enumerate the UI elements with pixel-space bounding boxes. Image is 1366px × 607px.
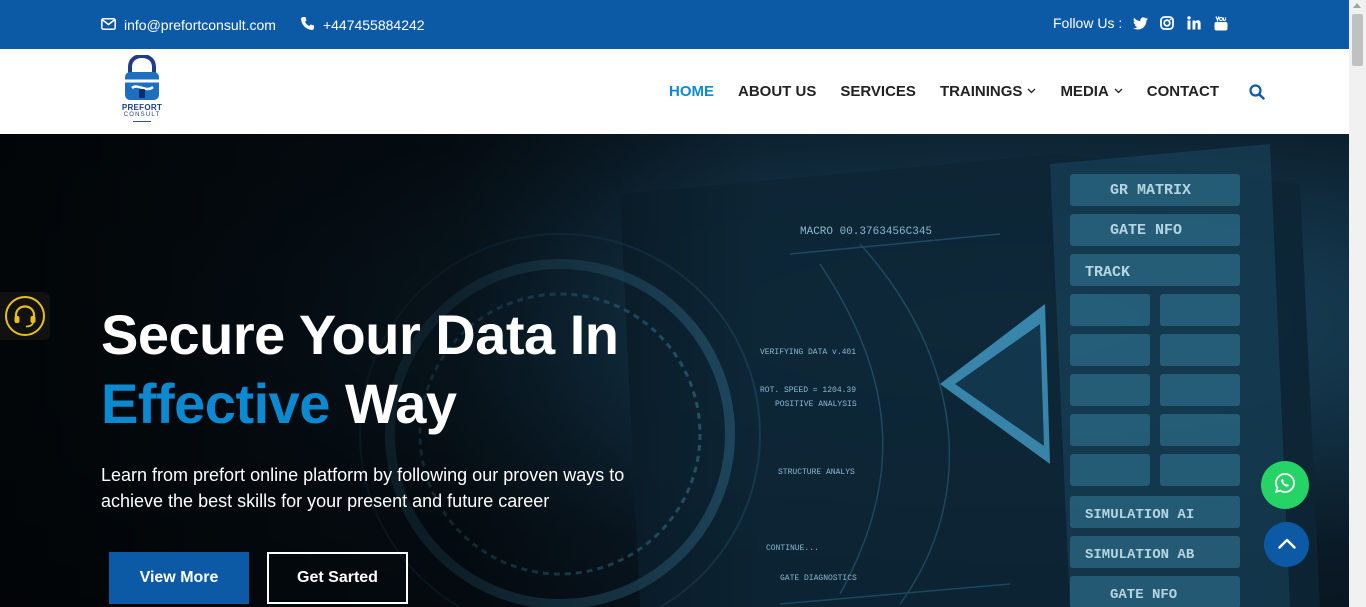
hero-title: Secure Your Data In Effective Way	[101, 300, 741, 438]
screen-text: MACRO 00.3763456C345	[800, 226, 932, 238]
whatsapp-button[interactable]	[1261, 461, 1309, 509]
back-to-top-button[interactable]	[1264, 522, 1309, 567]
search-icon[interactable]	[1249, 83, 1265, 100]
social-links: Follow Us :	[1053, 0, 1230, 46]
view-more-button[interactable]: View More	[109, 552, 249, 604]
screen-text: SIMULATION AB	[1085, 547, 1195, 563]
screen-text: ROT. SPEED = 1204.39	[760, 386, 856, 395]
headset-icon	[5, 296, 45, 336]
screen-text: GATE NFO	[1110, 222, 1182, 239]
nav-trainings-label: TRAININGS	[939, 83, 1023, 100]
nav-about-us-label: ABOUT US	[738, 83, 817, 100]
twitter-icon[interactable]	[1131, 14, 1149, 32]
screen-text: TRACK	[1085, 264, 1130, 281]
nav-services[interactable]: SERVICES	[840, 83, 916, 100]
screen-text: POSITIVE ANALYSIS	[775, 400, 857, 409]
nav-media-label: MEDIA	[1060, 83, 1109, 100]
nav-trainings[interactable]: TRAININGS	[940, 83, 1037, 100]
email-link[interactable]: info@prefortconsult.com	[101, 17, 276, 33]
padlock-logo-icon	[125, 55, 159, 100]
hero-lead: Learn from prefort online platform by fo…	[101, 465, 625, 511]
nav-contact[interactable]: CONTACT	[1147, 83, 1219, 100]
hero-title-rest: Way	[329, 372, 457, 435]
hero-section: MACRO 00.3763456C345 GR MATRIX GATE NFO …	[0, 134, 1349, 607]
screen-text: GR MATRIX	[1110, 182, 1191, 199]
hero-title-accent: Effective	[101, 372, 330, 435]
mail-icon	[101, 17, 116, 33]
screen-text: GATE NFO	[1110, 587, 1177, 603]
screen-text: VERIFYING DATA v.401	[760, 348, 856, 357]
main-nav: HOME ABOUT US SERVICES TRAININGS MEDIA C…	[669, 49, 1265, 134]
instagram-icon[interactable]	[1158, 14, 1176, 32]
nav-contact-label: CONTACT	[1146, 83, 1219, 100]
logo-tagline: ▬▬▬▬▬▬	[133, 119, 151, 123]
youtube-icon[interactable]	[1212, 14, 1230, 32]
logo-sub-text: CONSULT	[123, 112, 161, 118]
follow-label: Follow Us :	[1053, 15, 1123, 31]
nav-home[interactable]: HOME	[669, 83, 714, 100]
phone-text: +447455884242	[322, 16, 425, 33]
nav-home-label: HOME	[669, 83, 714, 100]
site-header: PREFORT CONSULT ▬▬▬▬▬▬ HOME ABOUT US SER…	[0, 49, 1349, 134]
logo-brand-text: PREFORT	[121, 103, 163, 112]
scrollbar-thumb[interactable]	[1352, 14, 1363, 66]
screen-text: STRUCTURE ANALYS	[778, 468, 855, 477]
chevron-up-icon	[1277, 536, 1296, 554]
phone-link[interactable]: +447455884242	[300, 16, 425, 34]
linkedin-icon[interactable]	[1185, 14, 1203, 32]
site-logo[interactable]: PREFORT CONSULT ▬▬▬▬▬▬	[112, 55, 172, 127]
nav-media[interactable]: MEDIA	[1060, 83, 1123, 100]
scroll-up-arrow-icon[interactable]	[1353, 3, 1361, 8]
support-widget[interactable]	[0, 292, 50, 340]
chevron-down-icon	[1027, 86, 1036, 97]
screen-text: GATE DIAGNOSTICS	[780, 574, 857, 583]
chevron-down-icon	[1114, 86, 1123, 97]
hero-title-line1: Secure Your Data In	[101, 303, 619, 366]
email-text: info@prefortconsult.com	[124, 16, 276, 33]
screen-text: SIMULATION AI	[1085, 507, 1194, 523]
top-bar: info@prefortconsult.com +447455884242 Fo…	[0, 0, 1349, 49]
whatsapp-icon	[1274, 472, 1296, 499]
get-started-button[interactable]: Get Sarted	[267, 552, 408, 604]
screen-text: CONTINUE...	[766, 544, 819, 553]
contact-info: info@prefortconsult.com +447455884242	[101, 0, 425, 49]
nav-services-label: SERVICES	[840, 83, 916, 100]
nav-about-us[interactable]: ABOUT US	[738, 83, 816, 100]
phone-icon	[300, 16, 315, 34]
page-scrollbar[interactable]	[1349, 0, 1366, 607]
